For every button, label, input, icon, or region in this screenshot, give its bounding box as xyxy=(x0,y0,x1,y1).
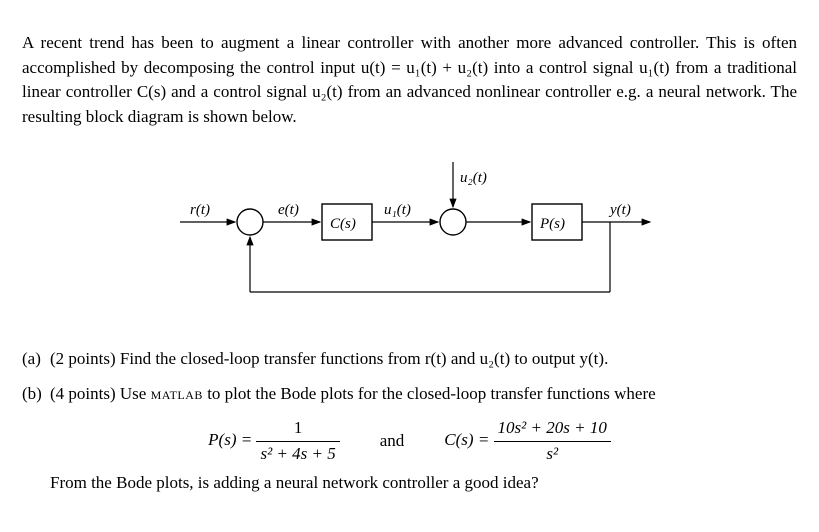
summing-junction-2 xyxy=(440,209,466,235)
part-a-label: (a) xyxy=(22,347,50,372)
part-a-text: Find the closed-loop transfer functions … xyxy=(120,349,608,368)
part-b-followup: From the Bode plots, is adding a neural … xyxy=(50,471,797,496)
part-b-points: (4 points) xyxy=(50,384,116,403)
equations-row: P(s) = 1 s² + 4s + 5 and C(s) = 10s² + 2… xyxy=(22,416,797,466)
P-denominator: s² + 4s + 5 xyxy=(260,444,335,463)
intro-paragraph: A recent trend has been to augment a lin… xyxy=(22,31,797,130)
label-y: y(t) xyxy=(608,202,631,218)
part-a-points: (2 points) xyxy=(50,349,116,368)
summing-junction-1 xyxy=(237,209,263,235)
equation-P: P(s) = 1 s² + 4s + 5 xyxy=(208,416,340,466)
question-list: (a) (2 points) Find the closed-loop tran… xyxy=(22,347,797,495)
label-r: r(t) xyxy=(190,202,210,218)
part-b-text-pre: Use xyxy=(120,384,151,403)
label-P: P(s) xyxy=(539,216,565,232)
label-u2: u₂(t) xyxy=(460,170,487,186)
label-C: C(s) xyxy=(330,216,356,232)
label-u1: u₁(t) xyxy=(384,202,411,218)
block-diagram: r(t) e(t) C(s) u₁(t) u₂(t) P(s) y(t) xyxy=(22,152,797,320)
P-lhs: P(s) = xyxy=(208,431,256,450)
C-numerator: 10s² + 20s + 10 xyxy=(498,418,607,437)
C-denominator: s² xyxy=(546,444,558,463)
question-b: (b) (4 points) Use matlab to plot the Bo… xyxy=(22,382,797,407)
label-e: e(t) xyxy=(278,202,299,218)
matlab-word: matlab xyxy=(151,384,203,403)
C-lhs: C(s) = xyxy=(444,431,493,450)
P-numerator: 1 xyxy=(256,416,339,441)
part-b-text-post: to plot the Bode plots for the closed-lo… xyxy=(203,384,656,403)
part-b-label: (b) xyxy=(22,382,50,407)
and-word: and xyxy=(380,429,405,454)
question-a: (a) (2 points) Find the closed-loop tran… xyxy=(22,347,797,372)
equation-C: C(s) = 10s² + 20s + 10 s² xyxy=(444,416,611,466)
